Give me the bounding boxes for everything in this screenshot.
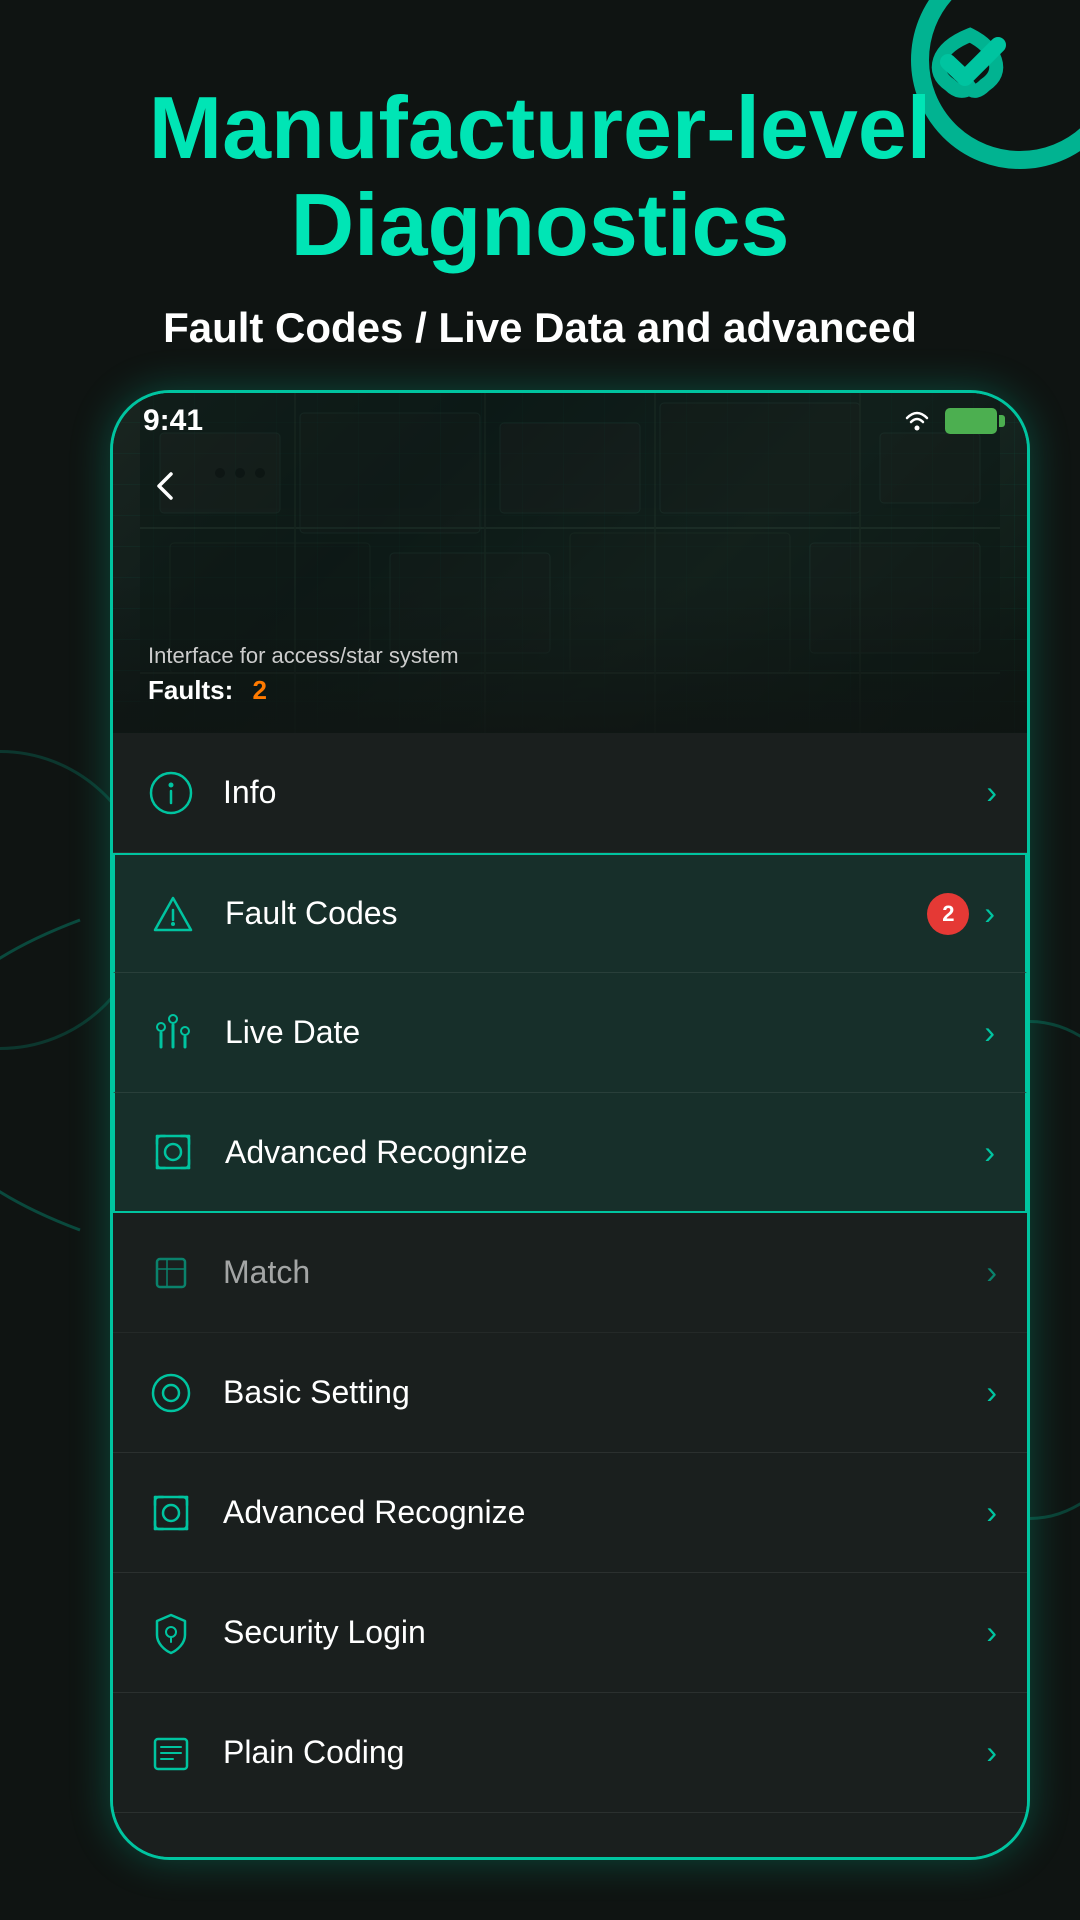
info-icon <box>143 765 198 820</box>
basic-setting-icon <box>143 1365 198 1420</box>
menu-list: Info › Fault Codes 2 › <box>113 733 1027 1857</box>
main-title: Manufacturer-level Diagnostics <box>60 80 1020 274</box>
bg-arc-left-curve <box>0 900 120 1250</box>
advanced-recognize-2-icon <box>143 1485 198 1540</box>
fault-codes-icon <box>145 886 200 941</box>
plain-coding-chevron: › <box>986 1734 997 1771</box>
fault-codes-badge: 2 <box>927 893 969 935</box>
subtitle: Fault Codes / Live Data and advanced <box>60 304 1020 352</box>
header-section: Manufacturer-level Diagnostics Fault Cod… <box>0 80 1080 352</box>
status-time: 9:41 <box>143 404 203 438</box>
back-button[interactable] <box>138 458 193 513</box>
advanced-recognize-2-label: Advanced Recognize <box>223 1494 986 1531</box>
status-bar: 9:41 <box>113 393 1027 448</box>
match-label: Match <box>223 1254 986 1291</box>
live-date-icon <box>145 1005 200 1060</box>
info-chevron: › <box>986 774 997 811</box>
menu-item-match[interactable]: Match › <box>113 1213 1027 1333</box>
security-login-label: Security Login <box>223 1614 986 1651</box>
fault-codes-label: Fault Codes <box>225 895 927 932</box>
menu-item-live-date[interactable]: Live Date › <box>113 973 1027 1093</box>
plain-coding-label: Plain Coding <box>223 1734 986 1771</box>
basic-setting-chevron: › <box>986 1374 997 1411</box>
match-chevron: › <box>986 1254 997 1291</box>
menu-item-plain-coding[interactable]: Plain Coding › <box>113 1693 1027 1813</box>
match-icon <box>143 1245 198 1300</box>
plain-coding-icon <box>143 1725 198 1780</box>
interface-label: Interface for access/star system <box>148 643 459 669</box>
live-date-label: Live Date <box>225 1014 984 1051</box>
menu-item-info[interactable]: Info › <box>113 733 1027 853</box>
faults-count: 2 <box>252 675 266 705</box>
menu-item-basic-setting[interactable]: Basic Setting › <box>113 1333 1027 1453</box>
advanced-recognize-1-icon <box>145 1125 200 1180</box>
faults-display: Faults: 2 <box>148 675 459 706</box>
menu-item-advanced-recognize-1[interactable]: Advanced Recognize › <box>113 1093 1027 1213</box>
status-icons <box>901 408 997 434</box>
phone-mockup: 9:41 Interface for access/star system Fa… <box>110 390 1030 1860</box>
advanced-recognize-1-label: Advanced Recognize <box>225 1134 984 1171</box>
interface-info: Interface for access/star system Faults:… <box>148 643 459 706</box>
basic-setting-label: Basic Setting <box>223 1374 986 1411</box>
wifi-icon <box>901 409 933 433</box>
security-login-icon <box>143 1605 198 1660</box>
advanced-recognize-2-chevron: › <box>986 1494 997 1531</box>
live-date-chevron: › <box>984 1014 995 1051</box>
menu-item-fault-codes[interactable]: Fault Codes 2 › <box>113 853 1027 973</box>
circuit-background <box>113 393 1027 763</box>
menu-item-security-login[interactable]: Security Login › <box>113 1573 1027 1693</box>
menu-item-advanced-recognize-2[interactable]: Advanced Recognize › <box>113 1453 1027 1573</box>
security-login-chevron: › <box>986 1614 997 1651</box>
fault-codes-chevron: › <box>984 895 995 932</box>
battery-icon <box>945 408 997 434</box>
advanced-recognize-1-chevron: › <box>984 1134 995 1171</box>
info-label: Info <box>223 774 986 811</box>
